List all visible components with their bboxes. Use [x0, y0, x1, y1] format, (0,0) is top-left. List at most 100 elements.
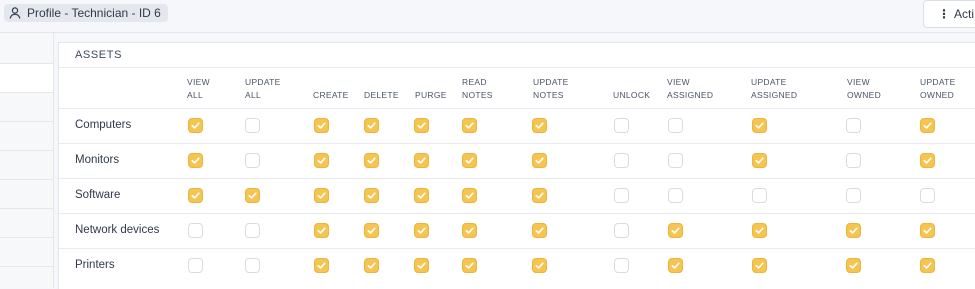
- check-icon: [754, 155, 765, 166]
- checkbox-checked[interactable]: [920, 258, 935, 273]
- user-icon: [8, 6, 22, 20]
- checkbox-checked[interactable]: [752, 153, 767, 168]
- checkbox-checked[interactable]: [314, 258, 329, 273]
- sidebar-item[interactable]: [0, 122, 53, 151]
- actions-label: Acti: [954, 7, 975, 21]
- checkbox-checked[interactable]: [314, 223, 329, 238]
- checkbox-checked[interactable]: [414, 223, 429, 238]
- checkbox-checked[interactable]: [920, 223, 935, 238]
- checkbox-checked[interactable]: [188, 118, 203, 133]
- checkbox-checked[interactable]: [532, 223, 547, 238]
- checkbox-checked[interactable]: [245, 188, 260, 203]
- check-icon: [534, 120, 545, 131]
- checkbox-unchecked[interactable]: [245, 258, 260, 273]
- checkbox-unchecked[interactable]: [668, 153, 683, 168]
- check-icon: [754, 260, 765, 271]
- checkbox-checked[interactable]: [462, 118, 477, 133]
- sidebar-item[interactable]: [0, 180, 53, 209]
- checkbox-unchecked[interactable]: [846, 188, 861, 203]
- check-icon: [316, 155, 327, 166]
- checkbox-unchecked[interactable]: [668, 118, 683, 133]
- checkbox-unchecked[interactable]: [920, 188, 935, 203]
- checkbox-checked[interactable]: [752, 258, 767, 273]
- checkbox-checked[interactable]: [314, 153, 329, 168]
- row-label: Computers: [75, 119, 132, 131]
- checkbox-unchecked[interactable]: [614, 153, 629, 168]
- checkbox-checked[interactable]: [752, 223, 767, 238]
- sidebar-item[interactable]: [0, 33, 53, 64]
- column-header: UNLOCK: [613, 90, 651, 100]
- checkbox-unchecked[interactable]: [846, 153, 861, 168]
- checkbox-checked[interactable]: [532, 258, 547, 273]
- checkbox-checked[interactable]: [188, 188, 203, 203]
- column-header: PURGE: [415, 90, 447, 100]
- row-label: Printers: [75, 259, 115, 271]
- column-header: VIEW OWNED: [847, 77, 882, 100]
- sidebar-item[interactable]: [0, 93, 53, 122]
- checkbox-unchecked[interactable]: [188, 223, 203, 238]
- checkbox-unchecked[interactable]: [614, 188, 629, 203]
- checkbox-checked[interactable]: [462, 188, 477, 203]
- check-icon: [416, 155, 427, 166]
- checkbox-checked[interactable]: [668, 258, 683, 273]
- column-header: CREATE: [313, 90, 349, 100]
- checkbox-checked[interactable]: [532, 188, 547, 203]
- column-header: DELETE: [364, 90, 399, 100]
- check-icon: [416, 190, 427, 201]
- checkbox-checked[interactable]: [920, 153, 935, 168]
- checkbox-checked[interactable]: [314, 118, 329, 133]
- checkbox-checked[interactable]: [462, 258, 477, 273]
- checkbox-checked[interactable]: [364, 153, 379, 168]
- table-row: Network devices: [59, 213, 975, 248]
- checkbox-checked[interactable]: [752, 118, 767, 133]
- check-icon: [922, 155, 933, 166]
- checkbox-unchecked[interactable]: [614, 223, 629, 238]
- sidebar-item[interactable]: [0, 209, 53, 238]
- checkbox-checked[interactable]: [364, 258, 379, 273]
- checkbox-checked[interactable]: [414, 118, 429, 133]
- checkbox-checked[interactable]: [188, 153, 203, 168]
- column-header: VIEW ASSIGNED: [667, 77, 714, 100]
- checkbox-unchecked[interactable]: [846, 118, 861, 133]
- checkbox-checked[interactable]: [668, 223, 683, 238]
- checkbox-checked[interactable]: [532, 153, 547, 168]
- profile-breadcrumb[interactable]: Profile - Technician - ID 6: [4, 4, 168, 22]
- checkbox-checked[interactable]: [920, 118, 935, 133]
- check-icon: [366, 225, 377, 236]
- checkbox-unchecked[interactable]: [752, 188, 767, 203]
- check-icon: [366, 120, 377, 131]
- check-icon: [316, 120, 327, 131]
- check-icon: [922, 120, 933, 131]
- check-icon: [464, 190, 475, 201]
- checkbox-checked[interactable]: [462, 223, 477, 238]
- checkbox-unchecked[interactable]: [245, 153, 260, 168]
- sidebar-item[interactable]: [0, 151, 53, 180]
- actions-button[interactable]: ⋮ Acti: [923, 0, 975, 28]
- checkbox-unchecked[interactable]: [245, 223, 260, 238]
- table-row: Software: [59, 178, 975, 213]
- checkbox-checked[interactable]: [364, 118, 379, 133]
- sidebar: [0, 33, 54, 288]
- check-icon: [316, 260, 327, 271]
- checkbox-unchecked[interactable]: [668, 188, 683, 203]
- checkbox-unchecked[interactable]: [188, 258, 203, 273]
- check-icon: [416, 120, 427, 131]
- sidebar-item-active[interactable]: [0, 64, 53, 93]
- checkbox-checked[interactable]: [414, 258, 429, 273]
- checkbox-checked[interactable]: [414, 188, 429, 203]
- checkbox-unchecked[interactable]: [614, 258, 629, 273]
- checkbox-checked[interactable]: [846, 223, 861, 238]
- checkbox-checked[interactable]: [364, 188, 379, 203]
- checkbox-unchecked[interactable]: [614, 118, 629, 133]
- sidebar-item[interactable]: [0, 267, 53, 288]
- checkbox-checked[interactable]: [314, 188, 329, 203]
- check-icon: [366, 260, 377, 271]
- checkbox-checked[interactable]: [414, 153, 429, 168]
- check-icon: [534, 190, 545, 201]
- checkbox-checked[interactable]: [462, 153, 477, 168]
- checkbox-unchecked[interactable]: [245, 118, 260, 133]
- checkbox-checked[interactable]: [532, 118, 547, 133]
- checkbox-checked[interactable]: [846, 258, 861, 273]
- checkbox-checked[interactable]: [364, 223, 379, 238]
- sidebar-item[interactable]: [0, 238, 53, 267]
